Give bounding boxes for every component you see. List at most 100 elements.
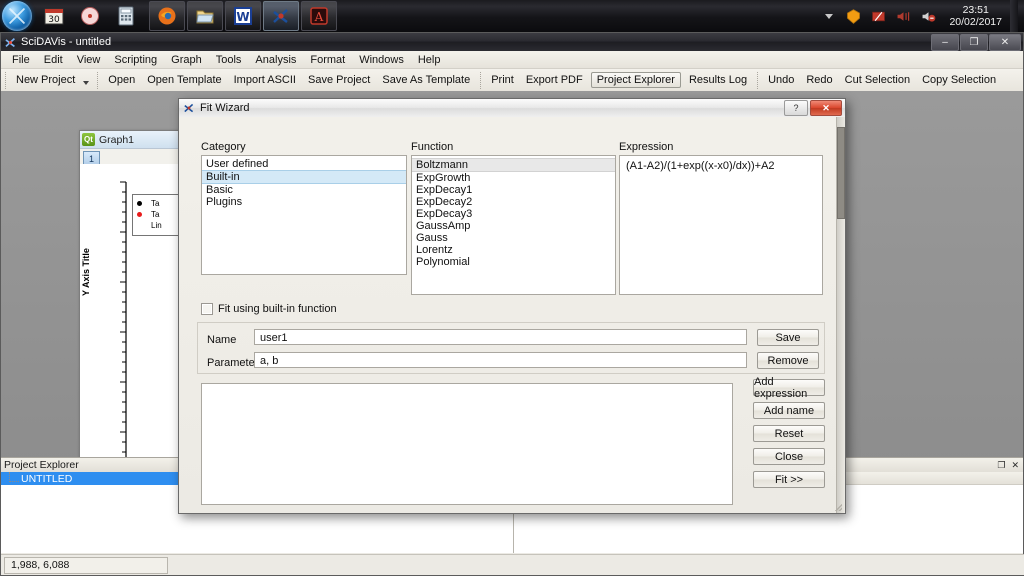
fit-button[interactable]: Fit >> <box>753 471 825 488</box>
category-listbox[interactable]: User defined Built-in Basic Plugins <box>201 155 407 275</box>
fit-wizard-dialog[interactable]: Fit Wizard ? ✕ Category User defined Bui… <box>178 98 846 514</box>
menu-format[interactable]: Format <box>303 53 352 67</box>
toolbar-open-button[interactable]: Open <box>102 72 141 88</box>
taskbar-item-calendar-app[interactable]: 30 <box>37 2 71 30</box>
menu-windows[interactable]: Windows <box>352 53 411 67</box>
builtin-checkbox-row[interactable]: Fit using built-in function <box>201 303 337 315</box>
clock-date: 20/02/2017 <box>949 16 1002 28</box>
toolbar-export-pdf-button[interactable]: Export PDF <box>520 72 589 88</box>
chevron-down-icon[interactable] <box>83 80 90 85</box>
function-item-boltzmann[interactable]: Boltzmann <box>412 158 615 172</box>
toolbar-project-explorer-button[interactable]: Project Explorer <box>590 72 681 88</box>
toolbar-results-log-button[interactable]: Results Log <box>683 72 753 88</box>
volume-icon[interactable] <box>895 8 912 25</box>
reset-button[interactable]: Reset <box>753 425 825 442</box>
acrobat-app-icon: A <box>310 7 328 25</box>
function-item-gaussamp[interactable]: GaussAmp <box>412 220 615 232</box>
close-button[interactable]: Close <box>753 448 825 465</box>
function-item-expgrowth[interactable]: ExpGrowth <box>412 172 615 184</box>
function-item-gauss[interactable]: Gauss <box>412 232 615 244</box>
taskbar-item-firefox-app[interactable] <box>149 1 185 31</box>
category-item-built-in[interactable]: Built-in <box>202 170 406 184</box>
toolbar-redo-button[interactable]: Redo <box>800 72 838 88</box>
function-listbox[interactable]: Boltzmann ExpGrowth ExpDecay1 ExpDecay2 … <box>411 155 616 295</box>
toolbar-cut-selection-button[interactable]: Cut Selection <box>839 72 916 88</box>
start-button-icon[interactable] <box>2 1 32 31</box>
save-button[interactable]: Save <box>757 329 819 346</box>
function-item-expdecay1[interactable]: ExpDecay1 <box>412 184 615 196</box>
explorer-app-icon <box>196 10 214 24</box>
dialog-close-button[interactable]: ✕ <box>810 100 842 116</box>
function-item-lorentz[interactable]: Lorentz <box>412 244 615 256</box>
close-icon[interactable]: ✕ <box>1011 460 1019 471</box>
graph-window-title: Graph1 <box>99 133 135 146</box>
status-coordinates: 1,988, 6,088 <box>4 556 168 574</box>
expression-textarea[interactable]: (A1-A2)/(1+exp((x-x0)/dx))+A2 <box>619 155 823 295</box>
category-item-plugins[interactable]: Plugins <box>202 196 406 208</box>
dialog-help-button[interactable]: ? <box>784 100 808 116</box>
toolbar-undo-button[interactable]: Undo <box>762 72 800 88</box>
add-expression-button[interactable]: Add expression <box>753 376 825 400</box>
menu-analysis[interactable]: Analysis <box>248 53 303 67</box>
taskbar-item-scidavis-app[interactable] <box>263 1 299 31</box>
resize-grip-icon[interactable] <box>833 502 842 511</box>
add-name-button[interactable]: Add name <box>753 402 825 419</box>
toolbar-import-ascii-button[interactable]: Import ASCII <box>228 72 302 88</box>
taskbar-clock[interactable]: 23:51 20/02/2017 <box>949 4 1002 28</box>
remove-button[interactable]: Remove <box>757 352 819 369</box>
builtin-checkbox[interactable] <box>201 303 213 315</box>
qt-icon: Qt <box>82 133 95 146</box>
menu-view[interactable]: View <box>70 53 108 67</box>
function-item-expdecay3[interactable]: ExpDecay3 <box>412 208 615 220</box>
name-input[interactable]: user1 <box>254 329 747 345</box>
show-desktop-button[interactable] <box>1010 0 1018 32</box>
taskbar-item-calculator-app[interactable] <box>109 2 143 30</box>
scidavis-icon <box>5 37 15 47</box>
taskbar-item-acrobat-app[interactable]: A <box>301 1 337 31</box>
app-title-text: SciDAVis - untitled <box>21 36 112 48</box>
builtin-checkbox-label: Fit using built-in function <box>218 303 337 315</box>
category-item-basic[interactable]: Basic <box>202 184 406 196</box>
scrollbar-thumb[interactable] <box>837 127 845 219</box>
taskbar-item-media-app[interactable] <box>73 2 107 30</box>
app-minimize-button[interactable]: – <box>931 34 959 51</box>
float-icon[interactable]: ❐ <box>997 460 1005 471</box>
taskbar-open-windows: W A <box>148 1 338 31</box>
category-item-user-defined[interactable]: User defined <box>202 158 406 170</box>
menu-graph[interactable]: Graph <box>164 53 209 67</box>
clock-time: 23:51 <box>962 4 989 16</box>
toolbar-print-button[interactable]: Print <box>485 72 520 88</box>
network-alert-icon[interactable] <box>870 8 887 25</box>
speaker-mute-icon[interactable] <box>920 8 937 25</box>
parameters-input[interactable]: a, b <box>254 352 747 368</box>
project-explorer-tree[interactable]: UNTITLED <box>1 472 194 553</box>
menu-tools[interactable]: Tools <box>209 53 249 67</box>
toolbar-copy-selection-button[interactable]: Copy Selection <box>916 72 1002 88</box>
menu-help[interactable]: Help <box>411 53 448 67</box>
formula-editor[interactable] <box>201 383 733 505</box>
menu-scripting[interactable]: Scripting <box>107 53 164 67</box>
app-window-controls: – ❐ ✕ <box>931 34 1021 51</box>
menu-edit[interactable]: Edit <box>37 53 70 67</box>
antivirus-icon[interactable] <box>845 8 862 25</box>
plot-canvas[interactable]: Y Axis Title 30 25 20 15 10 5 0 <box>80 164 202 477</box>
dialog-vertical-scrollbar[interactable] <box>836 117 845 513</box>
toolbar-open-template-button[interactable]: Open Template <box>141 72 227 88</box>
app-close-button[interactable]: ✕ <box>989 34 1021 51</box>
menu-file[interactable]: File <box>5 53 37 67</box>
toolbar-new-project-button[interactable]: New Project <box>10 72 81 88</box>
main-toolbar: New Project Open Open Template Import AS… <box>1 69 1023 92</box>
taskbar-item-word-app[interactable]: W <box>225 1 261 31</box>
dock-header-buttons: ❐ ✕ <box>997 460 1023 471</box>
app-restore-button[interactable]: ❐ <box>960 34 988 51</box>
dialog-title-text: Fit Wizard <box>200 102 250 114</box>
function-item-polynomial[interactable]: Polynomial <box>412 256 615 268</box>
toolbar-save-as-template-button[interactable]: Save As Template <box>376 72 476 88</box>
function-item-expdecay2[interactable]: ExpDecay2 <box>412 196 615 208</box>
toolbar-save-project-button[interactable]: Save Project <box>302 72 376 88</box>
tree-item-untitled[interactable]: UNTITLED <box>1 472 193 485</box>
graph-window[interactable]: Qt Graph1 1 Y Axis Title 30 25 20 15 10 … <box>79 130 202 478</box>
show-hidden-icons-icon[interactable] <box>825 13 834 19</box>
tree-item-label: UNTITLED <box>21 472 73 485</box>
taskbar-item-explorer-app[interactable] <box>187 1 223 31</box>
